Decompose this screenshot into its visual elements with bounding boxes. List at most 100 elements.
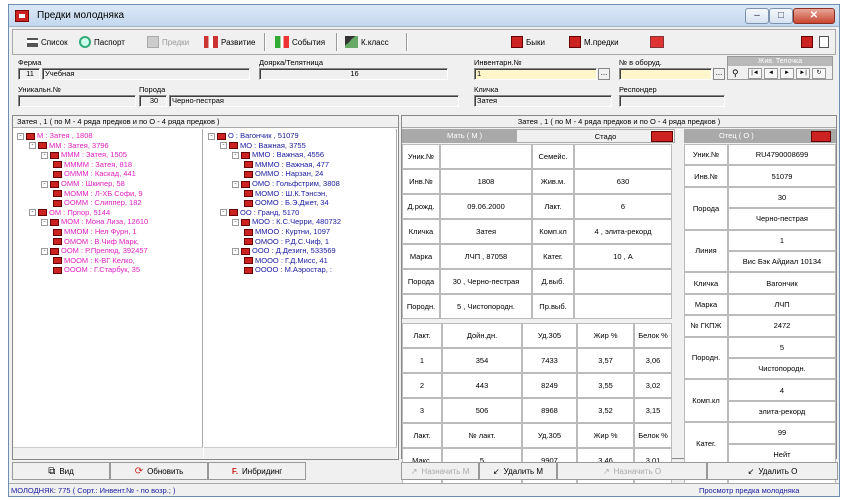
responder-field[interactable] [619, 95, 725, 107]
mother-field-label: Семейс. [532, 144, 574, 169]
ancestors-button[interactable]: Предки [147, 33, 189, 51]
right-tree-scrollbar[interactable] [204, 447, 397, 459]
father-bull-icon[interactable] [811, 131, 831, 142]
tree-node[interactable]: МООМ : К-ВГ Келко, [53, 256, 135, 265]
tree-node[interactable]: ММММ : Затея, 818 [53, 160, 132, 169]
first-record-button[interactable]: |◄ [748, 68, 762, 79]
tree-expander[interactable]: - [17, 132, 24, 140]
farm-code-field[interactable]: 11 [18, 68, 40, 80]
print-button[interactable] [819, 33, 829, 51]
equip-field[interactable] [619, 68, 712, 80]
tree-node[interactable]: ММОМ : Нел Фурн, 1 [53, 227, 137, 236]
tree-expander[interactable]: - [29, 142, 36, 150]
tree-node[interactable]: ММОО : Куртни, 1097 [244, 227, 330, 236]
maximize-button[interactable]: □ [769, 8, 793, 24]
tree-node[interactable]: - МММ : Затея, 1505 [41, 150, 127, 159]
assign-mother-button[interactable]: ↗ Назначить М [401, 462, 479, 480]
development-button[interactable]: Развитие [204, 33, 255, 51]
milkmaid-field[interactable]: 16 [259, 68, 448, 80]
tree-expander[interactable]: - [220, 209, 227, 217]
inv-lookup-button[interactable]: ... [598, 68, 610, 80]
tree-node[interactable]: ООМО : Б.Э.Джет, 34 [244, 198, 329, 207]
binoculars-icon[interactable]: ⚲ [732, 69, 745, 78]
mother-bull-icon[interactable] [651, 131, 673, 142]
tree-expander[interactable]: - [220, 142, 227, 150]
father-field-value: Чистопородн. [728, 358, 836, 380]
uniq-field[interactable] [18, 95, 136, 107]
events-button[interactable]: События [275, 33, 325, 51]
father-field-value: 51079 [728, 165, 836, 187]
tree-expander[interactable]: - [232, 218, 239, 226]
bulls-button[interactable]: Быки [511, 33, 545, 51]
tree-node[interactable]: - ОМ : Прпор, 5144 [29, 208, 110, 217]
tree-node-label: МОМ : Мона Лиза, 12610 [61, 217, 149, 227]
father-field-label: Комп.кл [684, 379, 728, 423]
next-record-button[interactable]: ► [780, 68, 794, 79]
tree-node[interactable]: - ММО : Важная, 4556 [232, 150, 324, 159]
view-button[interactable]: ⧉ Вид [12, 462, 110, 480]
tree-node[interactable]: МОММ : Л-ХБ Софи, 9 [53, 189, 143, 198]
tree-expander[interactable]: - [232, 151, 239, 159]
tree-node[interactable]: ОМММ : Каскад, 441 [53, 169, 136, 178]
tree-node[interactable]: - ООО : Д.Дезигн, 533569 [232, 246, 336, 255]
tree-node[interactable]: - М : Затея , 1808 [17, 131, 93, 140]
inbreeding-button[interactable]: F. Инбридинг [208, 462, 306, 480]
tree-expander[interactable]: - [232, 247, 239, 255]
tree-node[interactable]: ОООО : М.Аэростар, : [244, 265, 332, 274]
tree-node[interactable]: - ООМ : Р.Прелюд, 392457 [41, 246, 148, 255]
delete-father-button[interactable]: ↙ Удалить О [707, 462, 838, 480]
prev-record-button[interactable]: ◄ [764, 68, 778, 79]
tree-node[interactable]: ООММ : Слиппер, 182 [53, 198, 142, 207]
breed-name-field[interactable]: Черно-пестрая [169, 95, 459, 107]
equip-lookup-button[interactable]: ... [713, 68, 725, 80]
last-record-button[interactable]: ►| [796, 68, 810, 79]
breed-code-field[interactable]: 30 [139, 95, 167, 107]
class-icon [345, 36, 358, 48]
tree-expander[interactable]: - [41, 180, 48, 188]
tree-node[interactable]: - МОМ : Мона Лиза, 12610 [41, 217, 148, 226]
minimize-button[interactable]: – [745, 8, 769, 24]
class-button[interactable]: К.класс [345, 33, 389, 51]
tree-node[interactable]: - МОО : К.С.Черри, 480732 [232, 217, 341, 226]
close-button[interactable]: ✕ [793, 8, 835, 24]
tree-node[interactable]: - ММ : Затея, 3796 [29, 141, 109, 150]
left-tree-scrollbar[interactable] [13, 447, 203, 459]
tree-node[interactable]: ОМОО : Р.Д.С.Чиф, 1 [244, 237, 329, 246]
tree-node[interactable]: ОМОМ : В.Чиф Марк, [53, 237, 139, 246]
tree-expander[interactable]: - [29, 209, 36, 217]
tree-node[interactable]: - ОМО : Гольфстрим, 3808 [232, 179, 340, 188]
tree-expander[interactable]: - [41, 218, 48, 226]
tree-expander[interactable]: - [41, 247, 48, 255]
tree-node[interactable]: МООО : Г.Д.Мисс, 41 [244, 256, 328, 265]
responder-label: Респондер [619, 85, 657, 94]
bull-print-button[interactable] [801, 33, 813, 51]
animal-icon [50, 218, 59, 226]
tree-node[interactable]: ОММО : Нарзан, 24 [244, 169, 323, 178]
assign-father-button[interactable]: ↗ Назначить О [557, 462, 707, 480]
tree-expander[interactable]: - [41, 151, 48, 159]
tree-node[interactable]: - ОО : Гранд, 5170 [220, 208, 299, 217]
bulls-label: Быки [526, 37, 545, 47]
father-field-value: ЛЧП [728, 293, 836, 316]
delete-mother-button[interactable]: ↙ Удалить М [479, 462, 557, 480]
tools-button[interactable] [650, 33, 664, 51]
farm-name-field[interactable]: Учебная [42, 68, 250, 80]
refresh-button[interactable]: ⟳ Обновить [110, 462, 208, 480]
inv-field[interactable]: 1 [474, 68, 597, 80]
tree-expander[interactable]: - [208, 132, 215, 140]
mother-title: Мать ( М ) [402, 129, 516, 143]
tree-node[interactable]: - ОММ : Шкипер, 58 [41, 179, 125, 188]
lactation-header: Белок % [634, 323, 672, 348]
mother-ancestors-button[interactable]: М.предки [569, 33, 619, 51]
tree-node[interactable]: ММMО : Важная, 477 [244, 160, 329, 169]
delete-icon: ↙ [747, 466, 755, 476]
tree-expander[interactable]: - [232, 180, 239, 188]
tree-node[interactable]: - МО : Важная, 3755 [220, 141, 306, 150]
tree-node[interactable]: ОООМ : Г.Старбук, 35 [53, 265, 140, 274]
tree-node[interactable]: МОМО : Ш.К.Тэнсэн, [244, 189, 327, 198]
tree-node[interactable]: - О : Вагончик , 51079 [208, 131, 299, 140]
passport-button[interactable]: Паспорт [79, 33, 125, 51]
refresh-record-button[interactable]: ↻ [812, 68, 826, 79]
nick-field[interactable]: Затея [474, 95, 612, 107]
list-button[interactable]: Список [27, 33, 68, 51]
